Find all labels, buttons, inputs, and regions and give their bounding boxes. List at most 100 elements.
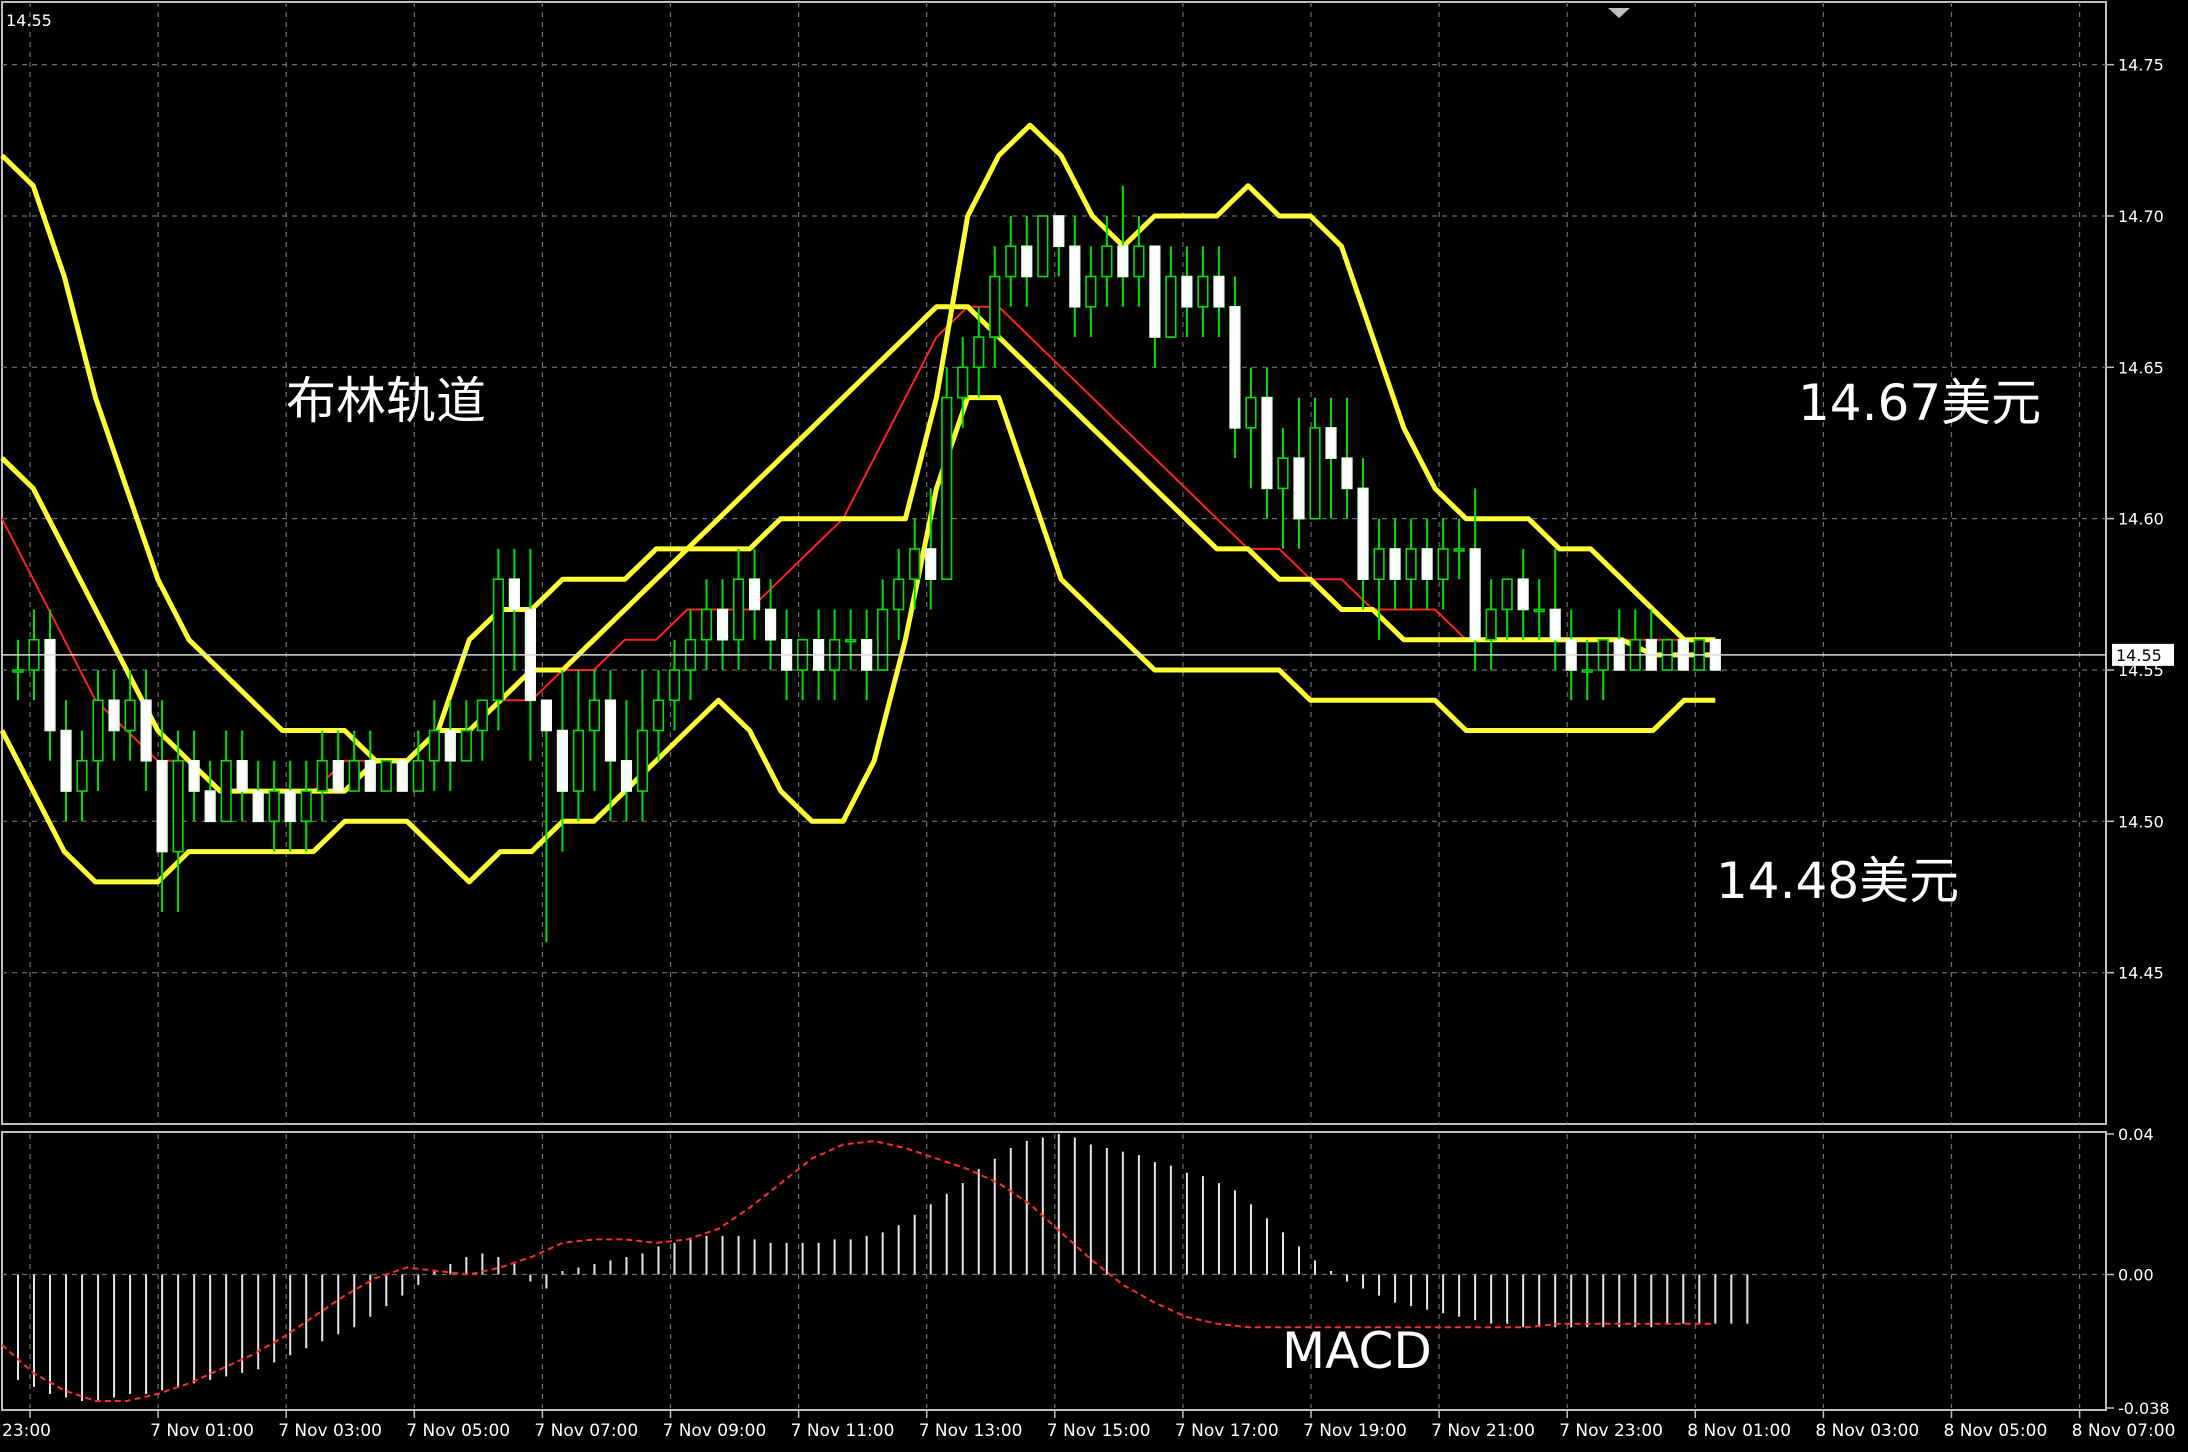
- upper-price-annotation: 14.67美元: [1798, 374, 2041, 432]
- candle-body: [1037, 215, 1049, 278]
- time-tick-label: 7 Nov 21:00: [1431, 1421, 1535, 1441]
- candle-body: [396, 759, 408, 792]
- price-tick-label: 14.70: [2118, 207, 2164, 226]
- candle-body: [652, 699, 665, 732]
- candle-body: [1421, 548, 1433, 580]
- time-tick-label: 8 Nov 07:00: [2072, 1421, 2176, 1441]
- time-tick-label: 23:00: [2, 1421, 51, 1441]
- candle-body: [1533, 608, 1545, 613]
- time-tick-label: 7 Nov 07:00: [534, 1421, 638, 1441]
- candle-body: [1341, 457, 1353, 490]
- candle-body: [989, 275, 1001, 338]
- candle-body: [1053, 215, 1065, 248]
- macd-tick-label: 0.00: [2118, 1266, 2154, 1285]
- candle-body: [1197, 275, 1209, 308]
- candle-body: [252, 790, 264, 823]
- candle-body: [140, 699, 152, 762]
- candle-body: [316, 759, 328, 792]
- price-tick-label: 14.65: [2118, 358, 2164, 377]
- candle-body: [620, 759, 633, 792]
- candle-body: [1181, 275, 1193, 308]
- candle-body: [1245, 396, 1257, 429]
- candle-body: [1101, 245, 1113, 278]
- candle-body: [1469, 548, 1481, 641]
- candle-body: [1229, 305, 1241, 429]
- candle-body: [476, 699, 488, 732]
- candle-body: [460, 729, 472, 762]
- candle-body: [556, 729, 569, 792]
- candle-body: [124, 699, 136, 732]
- candle-body: [1085, 275, 1097, 308]
- candle-body: [60, 729, 72, 792]
- candle-body: [1581, 669, 1593, 673]
- candle-body: [1165, 275, 1177, 338]
- candle-body: [284, 790, 296, 823]
- candle-body: [1405, 548, 1417, 580]
- macd-label: MACD: [1282, 1322, 1432, 1380]
- price-tick-label: 14.75: [2118, 56, 2164, 75]
- candle-body: [1069, 245, 1081, 308]
- candle-body: [1485, 608, 1497, 641]
- candle-body: [1501, 578, 1513, 611]
- candle-body: [188, 759, 200, 792]
- candle-body: [1213, 275, 1225, 308]
- candle-body: [636, 729, 649, 792]
- candle-body: [732, 578, 745, 641]
- candle-body: [428, 729, 440, 762]
- time-tick-label: 7 Nov 17:00: [1175, 1421, 1279, 1441]
- candle-body: [1293, 457, 1305, 520]
- candle-body: [1133, 245, 1145, 278]
- candle-body: [540, 699, 553, 732]
- candle-body: [1453, 548, 1465, 552]
- price-tick-label: 14.50: [2118, 812, 2164, 831]
- candle-body: [1117, 245, 1129, 278]
- time-tick-label: 7 Nov 01:00: [150, 1421, 254, 1441]
- candle-body: [700, 608, 713, 641]
- candle-body: [925, 548, 937, 580]
- candle-body: [748, 578, 761, 611]
- candle-body: [1261, 396, 1273, 490]
- candle-body: [1373, 548, 1385, 580]
- corner-price-label: 14.55: [6, 11, 52, 30]
- lower-price-annotation: 14.48美元: [1716, 852, 1959, 910]
- candle-body: [380, 759, 392, 792]
- candle-body: [764, 608, 777, 641]
- time-tick-label: 7 Nov 11:00: [791, 1421, 895, 1441]
- candle-body: [332, 759, 344, 792]
- time-tick-label: 7 Nov 19:00: [1303, 1421, 1407, 1441]
- time-tick-label: 7 Nov 03:00: [278, 1421, 382, 1441]
- candle-body: [909, 548, 921, 580]
- price-tick-label: 14.60: [2118, 510, 2164, 529]
- candle-body: [236, 759, 248, 792]
- time-tick-label: 7 Nov 23:00: [1559, 1421, 1663, 1441]
- time-tick-label: 8 Nov 03:00: [1815, 1421, 1919, 1441]
- time-tick-label: 7 Nov 09:00: [663, 1421, 767, 1441]
- time-tick-label: 7 Nov 15:00: [1047, 1421, 1151, 1441]
- candle-body: [588, 699, 601, 732]
- macd-panel[interactable]: [1, 1131, 2107, 1411]
- candle-body: [268, 790, 280, 823]
- time-tick-label: 7 Nov 13:00: [919, 1421, 1023, 1441]
- candle-body: [893, 578, 905, 611]
- candle-body: [12, 669, 24, 673]
- candle-body: [716, 608, 729, 641]
- candle-body: [1021, 245, 1033, 278]
- candle-body: [444, 729, 456, 762]
- candle-body: [1357, 487, 1369, 580]
- price-panel[interactable]: 14.55: [0, 1, 2107, 1125]
- macd-tick-label: -0.038: [2118, 1399, 2170, 1418]
- candle-body: [1549, 608, 1561, 641]
- candle-body: [1517, 578, 1529, 611]
- candle-body: [92, 699, 104, 762]
- candle-body: [220, 759, 232, 823]
- current-price-label: 14.55: [2116, 646, 2162, 665]
- candle-body: [845, 638, 857, 643]
- candle-body: [508, 578, 520, 611]
- candle-body: [1277, 457, 1289, 490]
- candle-body: [572, 729, 585, 792]
- price-tick-label: 14.45: [2118, 964, 2164, 983]
- candle-body: [604, 699, 617, 762]
- candle-body: [44, 638, 56, 732]
- candle-body: [1309, 427, 1321, 520]
- time-tick-label: 8 Nov 01:00: [1687, 1421, 1791, 1441]
